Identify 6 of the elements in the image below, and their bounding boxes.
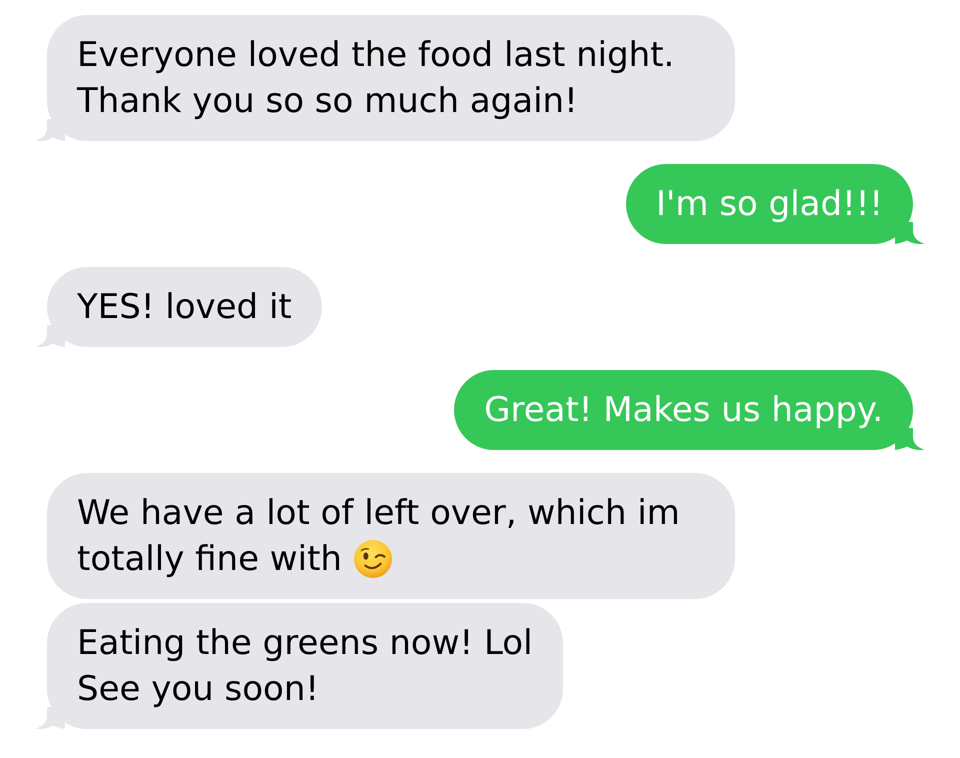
message-text: YES! loved it (77, 287, 292, 327)
message-text: Eating the greens now! Lol See you soon! (77, 623, 533, 709)
message-text: I'm so glad!!! (656, 184, 883, 224)
message-text: Great! Makes us happy. (484, 390, 883, 430)
message-text: We have a lot of left over, which im totally fine with (77, 493, 680, 579)
message-text: Everyone loved the food last night. Thank you so so much again! (77, 35, 674, 121)
